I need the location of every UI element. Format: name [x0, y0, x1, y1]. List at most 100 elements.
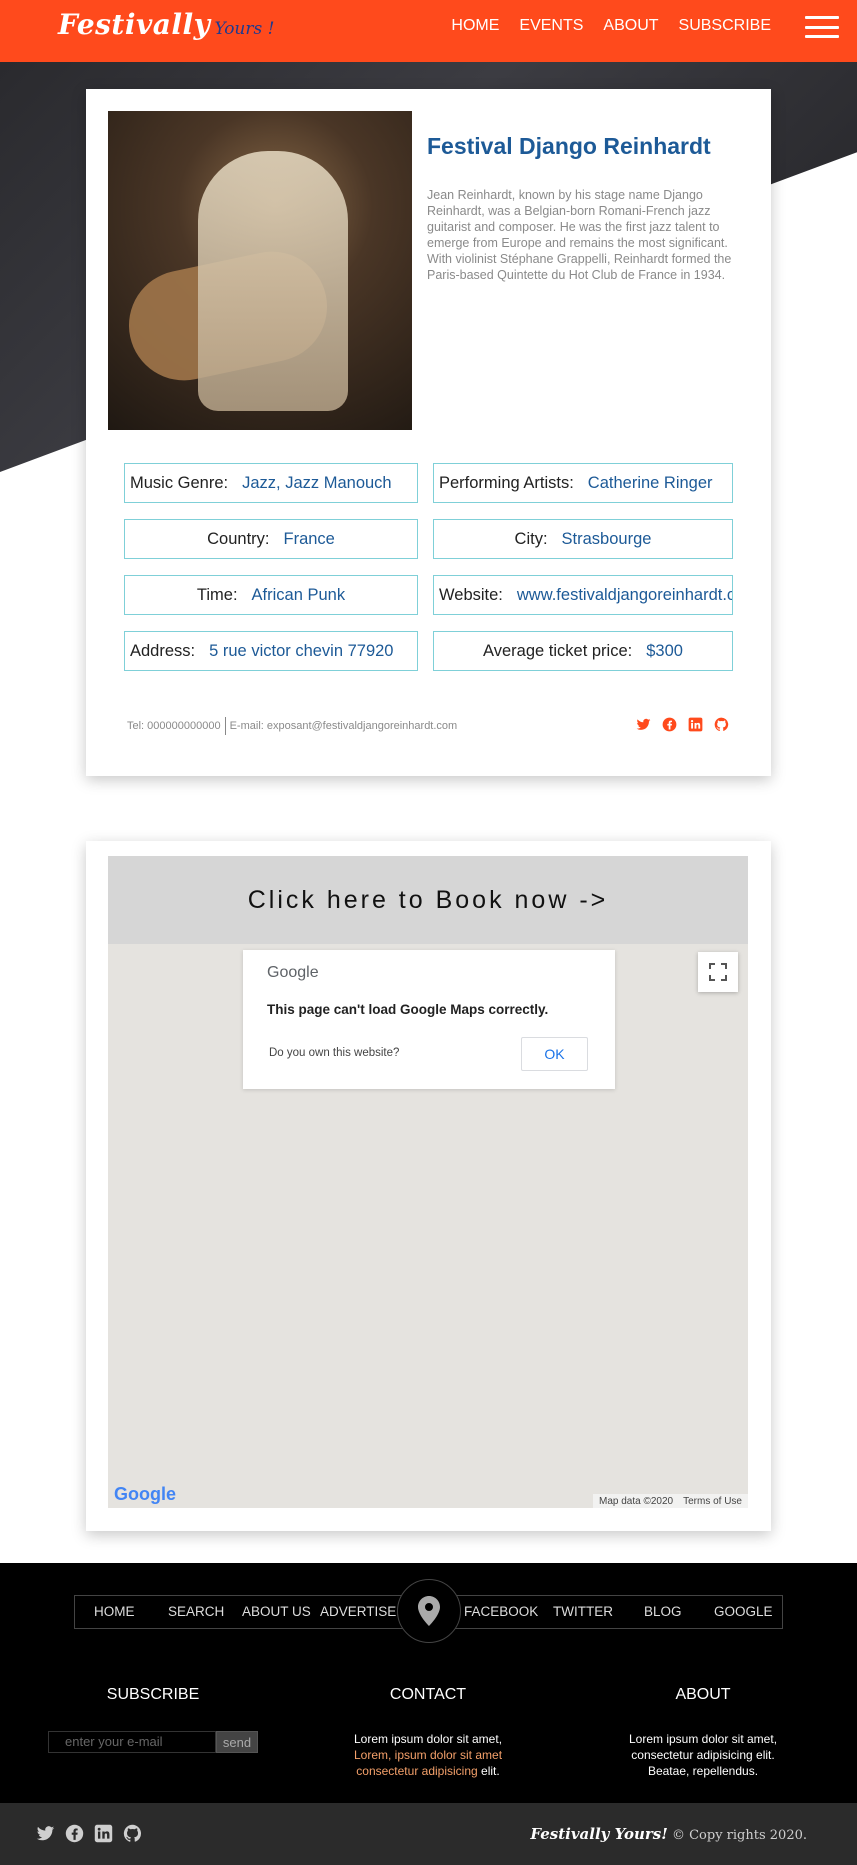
address-label: Address: [130, 641, 196, 660]
facebook-icon[interactable] [662, 717, 677, 732]
bottom-bar: Festivally Yours! © Copy rights 2020. [0, 1803, 857, 1865]
website-link[interactable]: www.festivaldjangoreinhardt.com [517, 586, 732, 605]
contact-line-3-rest: elit. [477, 1764, 500, 1778]
about-line-1: Lorem ipsum dolor sit amet, [628, 1732, 778, 1746]
hamburger-bar [805, 16, 839, 19]
about-text: Lorem ipsum dolor sit amet, consectetur … [593, 1731, 813, 1779]
nav-about-link[interactable]: ABOUT [603, 17, 658, 35]
price-field: Average ticket price: $300 [433, 631, 733, 671]
genre-field: Music Genre: Jazz, Jazz Manouch [124, 463, 418, 503]
footer-advertise-link[interactable]: ADVERTISE [320, 1604, 396, 1619]
bottom-social-links [36, 1824, 142, 1843]
map-error-dialog: Google This page can't load Google Maps … [243, 950, 615, 1089]
genre-label: Music Genre: [130, 473, 229, 492]
footer-google-link[interactable]: GOOGLE [714, 1604, 773, 1619]
artists-label: Performing Artists: [439, 473, 574, 492]
country-value: France [283, 529, 335, 548]
artists-value: Catherine Ringer [587, 473, 713, 492]
hamburger-menu-icon[interactable] [805, 16, 839, 38]
footer-about-link[interactable]: ABOUT US [242, 1604, 311, 1619]
dialog-ok-button[interactable]: OK [521, 1037, 588, 1071]
linkedin-icon[interactable] [688, 717, 703, 732]
google-map[interactable]: Click here to Book now -> Google This pa… [108, 856, 748, 1508]
contact-title: CONTACT [389, 1686, 467, 1703]
about-line-2: consectetur adipisicing elit. [631, 1748, 775, 1762]
site-footer: HOME SEARCH ABOUT US ADVERTISE FACEBOOK … [0, 1563, 857, 1803]
map-data-text: Map data ©2020 [599, 1495, 674, 1507]
twitter-icon[interactable] [36, 1824, 55, 1843]
festival-photo [108, 111, 412, 430]
footer-blog-link[interactable]: BLOG [644, 1604, 682, 1619]
website-field: Website: www.festivaldjangoreinhardt.com [433, 575, 733, 615]
nav-subscribe-link[interactable]: SUBSCRIBE [679, 17, 771, 35]
book-now-label: Click here to Book now -> [247, 885, 609, 914]
map-card: Click here to Book now -> Google This pa… [86, 841, 771, 1531]
terms-of-use-link[interactable]: Terms of Use [683, 1496, 742, 1507]
nav-home-link[interactable]: HOME [451, 17, 499, 35]
location-pin-button[interactable] [397, 1579, 461, 1643]
contact-text: Lorem ipsum dolor sit amet, Lorem, ipsum… [318, 1731, 538, 1779]
main-nav: HOME EVENTS ABOUT SUBSCRIBE [451, 17, 771, 35]
fullscreen-icon [709, 963, 727, 981]
festival-card: Festival Django Reinhardt Jean Reinhardt… [86, 89, 771, 776]
about-title: ABOUT [675, 1686, 731, 1703]
contact-line-3-highlight: consectetur adipisicing [356, 1764, 478, 1778]
hamburger-bar [805, 35, 839, 38]
footer-home-link[interactable]: HOME [94, 1604, 135, 1619]
nav-events-link[interactable]: EVENTS [519, 17, 583, 35]
google-logo-text: Google [114, 1484, 176, 1504]
logo-main-text: Festivally [58, 8, 211, 41]
twitter-icon[interactable] [636, 717, 651, 732]
tel-text: Tel: 000000000000 [127, 720, 221, 732]
address-value: 5 rue victor chevin 77920 [209, 641, 394, 660]
fullscreen-button[interactable] [698, 952, 738, 992]
footer-search-link[interactable]: SEARCH [168, 1604, 224, 1619]
footer-twitter-link[interactable]: TWITTER [553, 1604, 613, 1619]
dialog-message: This page can't load Google Maps correct… [267, 1002, 549, 1017]
website-label: Website: [439, 585, 503, 604]
country-label: Country: [207, 529, 270, 548]
footer-facebook-link[interactable]: FACEBOOK [464, 1604, 538, 1619]
copyright: Festivally Yours! © Copy rights 2020. [530, 1825, 807, 1843]
genre-value: Jazz, Jazz Manouch [242, 473, 392, 492]
site-logo[interactable]: Festivally Yours ! [58, 8, 274, 48]
artists-field: Performing Artists: Catherine Ringer [433, 463, 733, 503]
card-social-links [636, 717, 729, 732]
footer-brand: Festivally Yours! [530, 1825, 668, 1843]
email-text: E-mail: exposant@festivaldjangoreinhardt… [229, 720, 458, 732]
festival-description: Jean Reinhardt, known by his stage name … [427, 188, 732, 282]
country-field: Country: France [124, 519, 418, 559]
address-field: Address: 5 rue victor chevin 77920 [124, 631, 418, 671]
subscribe-title: SUBSCRIBE [106, 1686, 200, 1703]
contact-divider [224, 717, 226, 735]
github-icon[interactable] [123, 1824, 142, 1843]
time-field: Time: African Punk [124, 575, 418, 615]
github-icon[interactable] [714, 717, 729, 732]
city-value: Strasbourge [561, 529, 652, 548]
time-label: Time: [196, 585, 238, 604]
contact-info: Tel: 000000000000 E-mail: exposant@festi… [127, 717, 457, 735]
city-label: City: [514, 529, 548, 548]
own-website-link[interactable]: Do you own this website? [269, 1047, 399, 1059]
festival-title: Festival Django Reinhardt [427, 133, 711, 159]
hamburger-bar [805, 25, 839, 29]
book-now-bar[interactable]: Click here to Book now -> [108, 856, 748, 944]
contact-line-1: Lorem ipsum dolor sit amet, [353, 1732, 503, 1746]
city-field: City: Strasbourge [433, 519, 733, 559]
copyright-text: © Copy rights 2020. [667, 1828, 807, 1843]
subscribe-send-button[interactable]: send [216, 1731, 258, 1753]
photo-figure-shape [198, 151, 348, 411]
google-logo[interactable]: Google [114, 1484, 176, 1505]
price-value: $300 [646, 641, 683, 660]
contact-line-3: consectetur adipisicing elit. [318, 1763, 538, 1779]
map-attribution: Map data ©2020 Terms of Use [593, 1494, 748, 1508]
dialog-google-brand: Google [267, 964, 319, 981]
logo-sub-text: Yours ! [214, 19, 275, 39]
linkedin-icon[interactable] [94, 1824, 113, 1843]
price-label: Average ticket price: [483, 641, 633, 660]
facebook-icon[interactable] [65, 1824, 84, 1843]
about-line-3: Beatae, repellendus. [647, 1764, 759, 1778]
top-navbar: Festivally Yours ! HOME EVENTS ABOUT SUBS… [0, 0, 857, 62]
time-value: African Punk [251, 585, 346, 604]
subscribe-email-input[interactable]: enter your e-mail [48, 1731, 216, 1753]
